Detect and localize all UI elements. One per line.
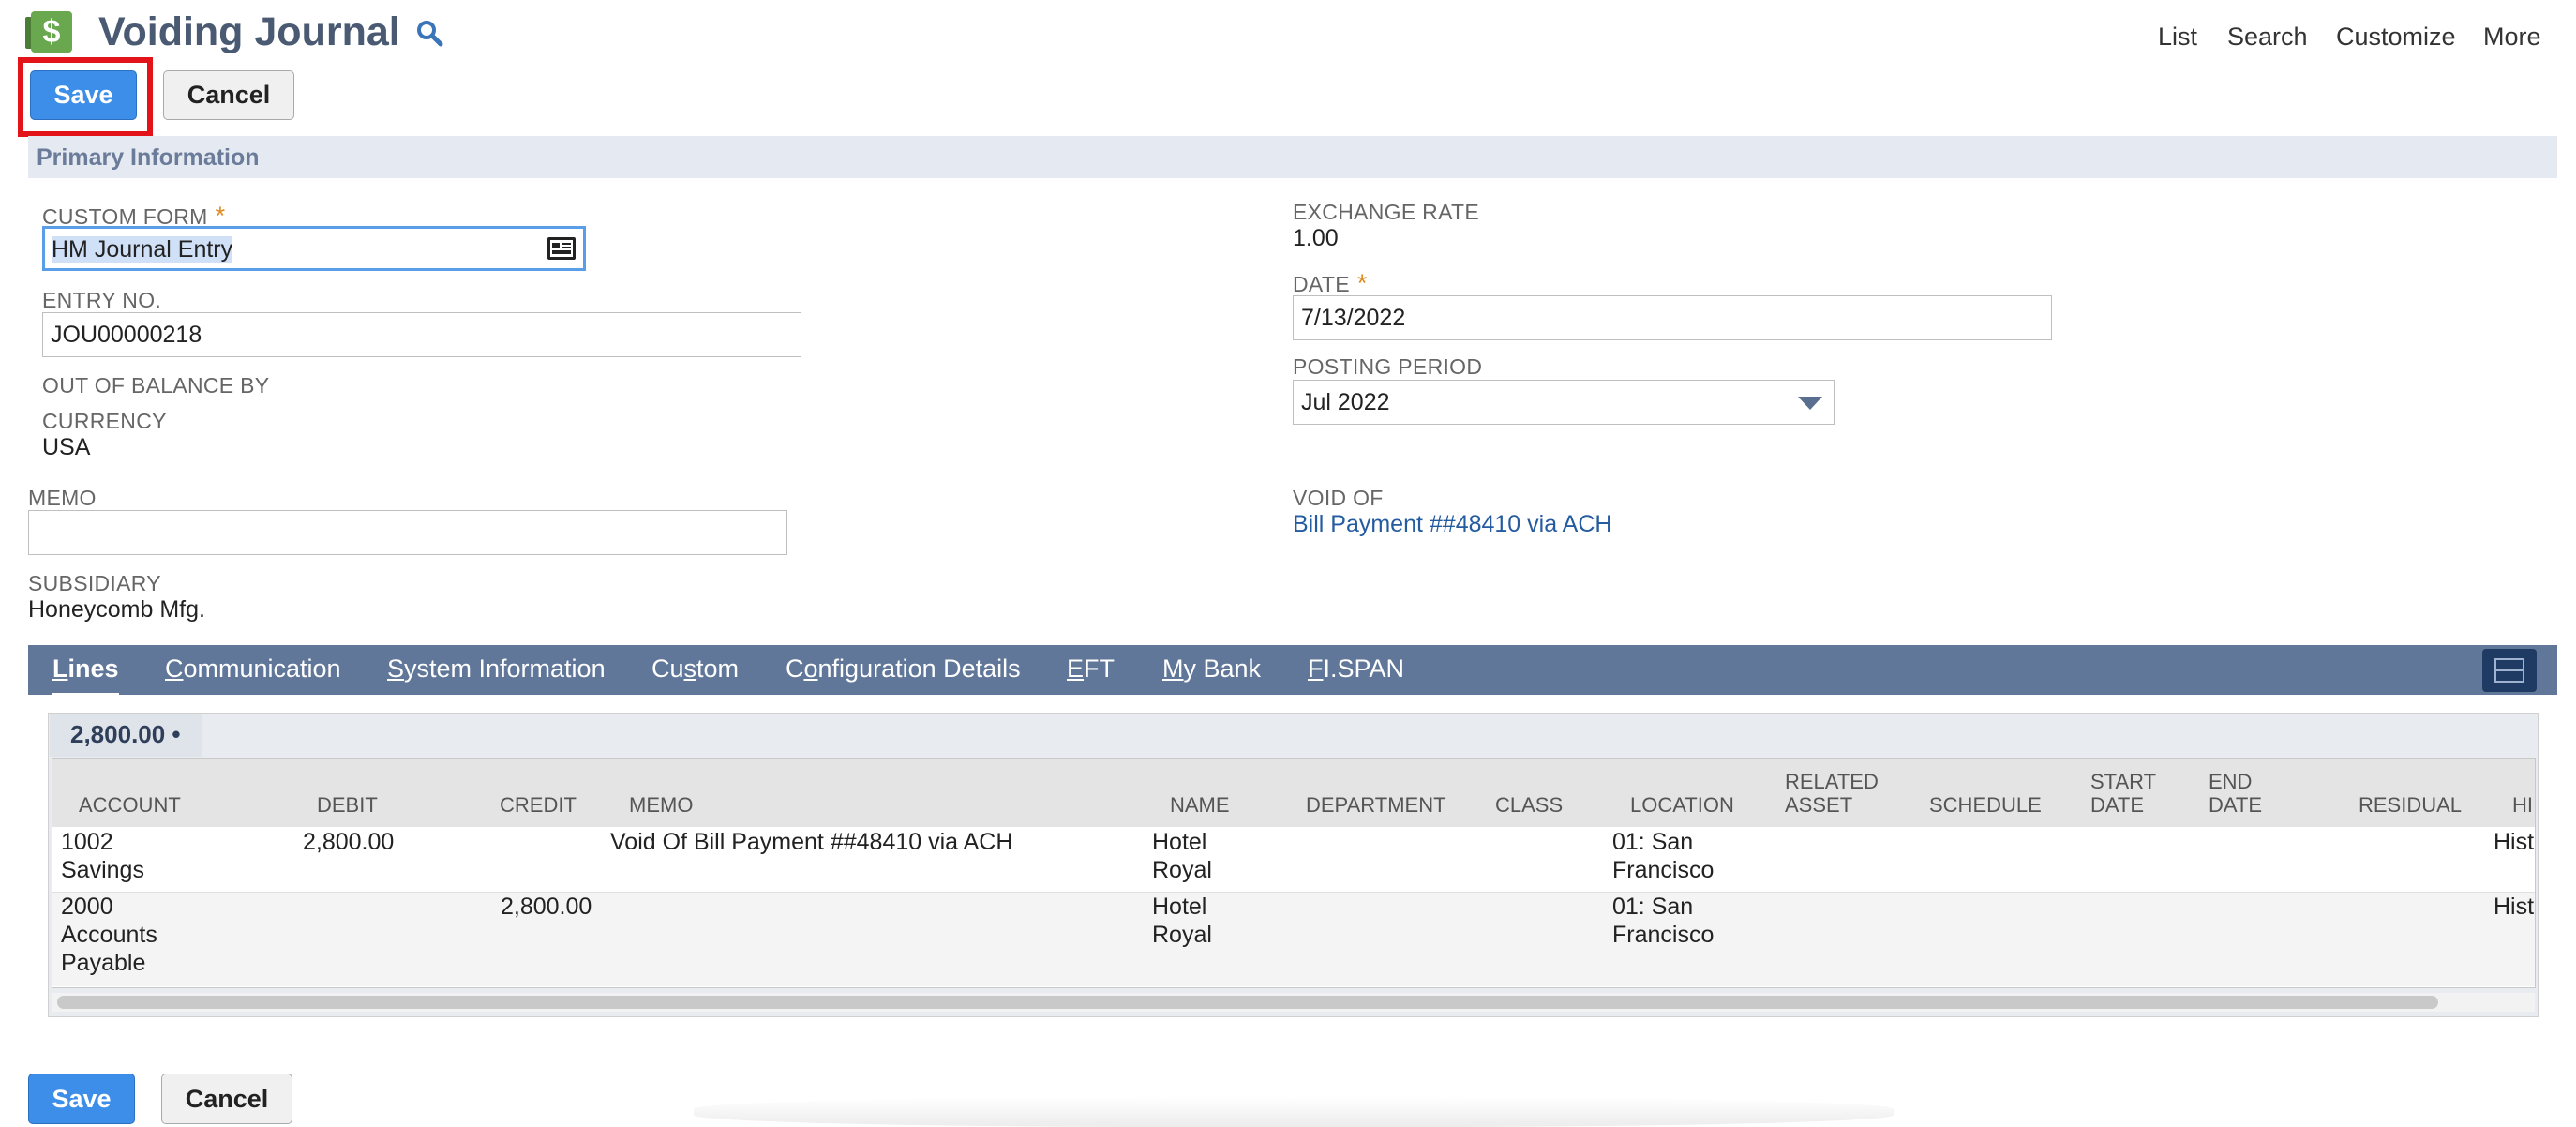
memo-field[interactable] <box>28 510 787 555</box>
col-start-date[interactable]: START DATE <box>2090 770 2165 817</box>
tab-custom[interactable]: Custom <box>651 654 739 684</box>
col-debit[interactable]: DEBIT <box>317 793 378 817</box>
posting-period-label: POSTING PERIOD <box>1293 354 1483 379</box>
void-of-label: VOID OF <box>1293 486 1384 510</box>
list-picker-icon[interactable] <box>547 235 577 262</box>
memo-label: MEMO <box>28 486 97 510</box>
row2-account[interactable]: 2000 Accounts Payable <box>61 893 157 977</box>
table-row[interactable]: 2000 Accounts Payable 2,800.00 Hotel Royal … <box>52 893 2535 986</box>
col-location[interactable]: LOCATION <box>1630 793 1734 817</box>
row1-memo: Void Of Bill Payment ##48410 via ACH <box>610 829 1013 855</box>
col-related-asset[interactable]: RELATED ASSET <box>1785 770 1897 817</box>
page-title: Voiding Journal <box>98 9 400 54</box>
currency-label: CURRENCY <box>42 409 167 433</box>
subsidiary-value: Honeycomb Mfg. <box>28 596 205 623</box>
tab-system-information[interactable]: System Information <box>387 654 606 684</box>
nav-list[interactable]: List <box>2158 23 2197 52</box>
out-of-balance-label: OUT OF BALANCE BY <box>42 373 270 398</box>
save-button-bottom[interactable]: Save <box>28 1074 135 1124</box>
col-history[interactable]: HI <box>2512 793 2535 817</box>
tab-my-bank[interactable]: My Bank <box>1162 654 1261 684</box>
row1-account[interactable]: 1002 Savings <box>61 828 144 884</box>
row2-credit: 2,800.00 <box>501 894 592 920</box>
row1-debit: 2,800.00 <box>303 829 395 855</box>
subsidiary-label: SUBSIDIARY <box>28 571 161 595</box>
col-memo[interactable]: MEMO <box>629 793 693 817</box>
tab-eft[interactable]: EFT <box>1067 654 1115 684</box>
row1-name[interactable]: Hotel Royal <box>1152 828 1212 884</box>
active-tab-indicator <box>52 693 119 698</box>
col-account[interactable]: ACCOUNT <box>79 793 181 817</box>
row2-history: Hist <box>2494 894 2535 920</box>
void-of-link[interactable]: Bill Payment ##48410 via ACH <box>1293 511 1611 538</box>
cancel-button[interactable]: Cancel <box>163 70 294 120</box>
nav-customize[interactable]: Customize <box>2336 23 2456 52</box>
date-field[interactable]: 7/13/2022 <box>1293 295 2052 340</box>
exchange-rate-label: EXCHANGE RATE <box>1293 200 1480 224</box>
row1-location: 01: San Francisco <box>1612 829 1715 883</box>
primary-information-bar[interactable] <box>28 136 2557 178</box>
exchange-rate-value: 1.00 <box>1293 225 1339 251</box>
col-class[interactable]: CLASS <box>1495 793 1563 817</box>
nav-search[interactable]: Search <box>2227 23 2308 52</box>
tab-fi-span[interactable]: FI.SPAN <box>1308 654 1404 684</box>
posting-period-value: Jul 2022 <box>1301 389 1390 415</box>
table-row[interactable]: 1002 Savings 2,800.00 Void Of Bill Paymen… <box>52 828 2535 892</box>
layout-toggle-icon[interactable] <box>2482 649 2537 692</box>
entry-no-field[interactable]: JOU00000218 <box>42 312 801 357</box>
tab-configuration-details[interactable]: Configuration Details <box>786 654 1021 684</box>
col-residual[interactable]: RESIDUAL <box>2359 793 2462 817</box>
currency-value: USA <box>42 434 91 460</box>
col-credit[interactable]: CREDIT <box>500 793 577 817</box>
bottom-shadow <box>694 1097 1894 1127</box>
section-title: Primary Information <box>37 144 260 171</box>
date-label: DATE * <box>1293 269 1368 297</box>
row1-history: Hist <box>2494 829 2535 855</box>
entry-no-label: ENTRY NO. <box>42 288 162 312</box>
col-schedule[interactable]: SCHEDULE <box>1929 793 2042 817</box>
custom-form-select[interactable]: HM Journal Entry <box>42 226 586 271</box>
journal-dollar-icon: $ <box>25 11 72 53</box>
dropdown-arrow-icon[interactable] <box>1798 397 1822 410</box>
nav-more[interactable]: More <box>2483 23 2541 52</box>
custom-form-value: HM Journal Entry <box>52 236 233 263</box>
col-name[interactable]: NAME <box>1170 793 1230 817</box>
col-department[interactable]: DEPARTMENT <box>1306 793 1446 817</box>
row2-name[interactable]: Hotel Royal <box>1152 893 1212 949</box>
cancel-button-bottom[interactable]: Cancel <box>161 1074 292 1124</box>
tab-lines[interactable]: Lines <box>52 654 119 684</box>
posting-period-select[interactable]: Jul 2022 <box>1293 380 1835 425</box>
tab-communication[interactable]: Communication <box>165 654 341 684</box>
col-end-date[interactable]: END DATE <box>2209 770 2274 817</box>
lines-total: 2,800.00 • <box>70 720 181 748</box>
scrollbar-thumb[interactable] <box>57 996 2438 1009</box>
search-icon[interactable] <box>415 19 443 47</box>
save-button[interactable]: Save <box>30 70 137 120</box>
row2-location: 01: San Francisco <box>1612 894 1715 948</box>
